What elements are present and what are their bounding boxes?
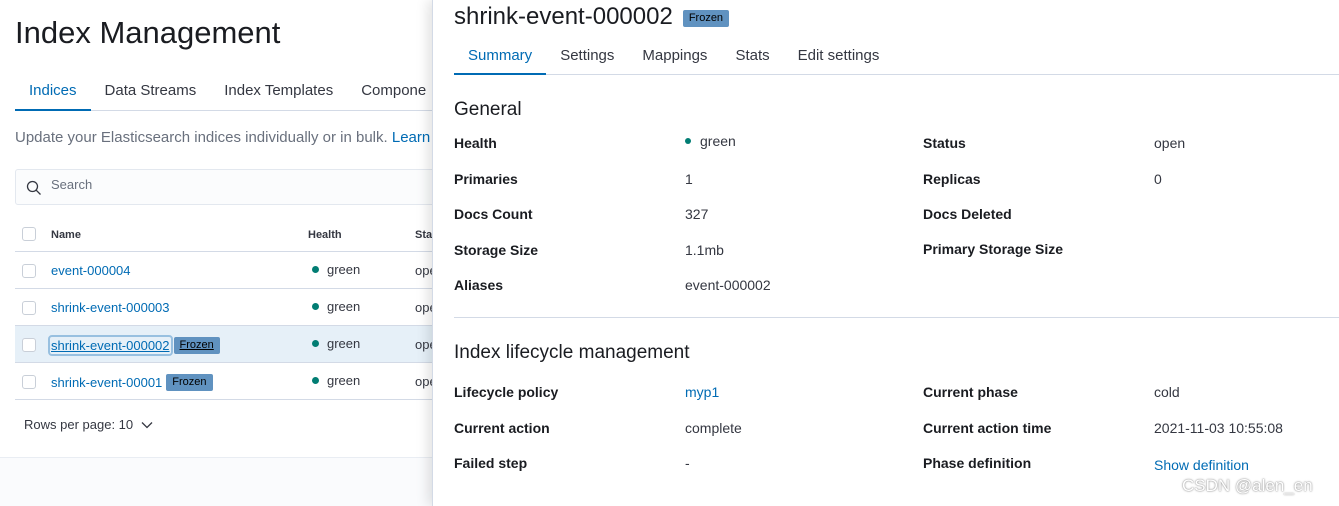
row-checkbox[interactable] xyxy=(22,375,36,389)
tab-settings[interactable]: Settings xyxy=(546,38,628,75)
phase-definition-label: Phase definition xyxy=(923,455,1032,471)
show-definition-link[interactable]: Show definition xyxy=(1154,457,1249,473)
health-cell: green xyxy=(312,373,360,388)
row-checkbox[interactable] xyxy=(22,301,36,315)
tab-component-templates[interactable]: Compone xyxy=(347,73,440,111)
health-value: green xyxy=(327,299,361,314)
tab-indices[interactable]: Indices xyxy=(15,73,91,111)
health-value: green xyxy=(327,336,361,351)
index-name-link[interactable]: shrink-event-000003 xyxy=(51,300,170,315)
storage-size-label: Storage Size xyxy=(454,242,539,258)
search-input[interactable] xyxy=(51,177,431,192)
tab-data-streams[interactable]: Data Streams xyxy=(91,73,211,111)
health-dot-icon xyxy=(312,377,319,384)
docs-deleted-label: Docs Deleted xyxy=(923,206,1012,222)
search-icon xyxy=(26,180,41,195)
frozen-badge: Frozen xyxy=(173,337,220,354)
index-name-link[interactable]: shrink-event-000002 Frozen xyxy=(48,335,220,356)
select-all-checkbox[interactable] xyxy=(22,227,36,241)
index-name-link[interactable]: event-000004 xyxy=(51,263,131,278)
watermark-text: CSDN @alen_en xyxy=(1182,476,1313,495)
flyout-title: shrink-event-000002 Frozen xyxy=(454,3,730,31)
description-text: Update your Elasticsearch indices indivi… xyxy=(15,129,388,146)
tab-index-templates[interactable]: Index Templates xyxy=(210,73,347,111)
table-row-selected[interactable]: shrink-event-000002 Frozen green ope xyxy=(15,326,437,363)
primaries-label: Primaries xyxy=(454,171,518,187)
current-phase-label: Current phase xyxy=(923,384,1018,400)
row-checkbox[interactable] xyxy=(22,264,36,278)
health-dot-icon xyxy=(312,266,319,273)
tab-mappings[interactable]: Mappings xyxy=(628,38,721,75)
flyout-tabs: Summary Settings Mappings Stats Edit set… xyxy=(454,38,1339,75)
health-cell: green xyxy=(312,262,360,277)
health-cell: green xyxy=(312,299,360,314)
primary-storage-size-label: Primary Storage Size xyxy=(923,241,1064,257)
current-action-label: Current action xyxy=(454,420,550,436)
tab-edit-settings[interactable]: Edit settings xyxy=(784,38,894,75)
replicas-value: 0 xyxy=(1154,171,1162,187)
health-dot-icon xyxy=(312,340,319,347)
general-section-title: General xyxy=(454,99,522,120)
tab-stats[interactable]: Stats xyxy=(721,38,783,75)
current-action-time-value: 2021-11-03 10:55:08 xyxy=(1154,420,1283,436)
column-header-health[interactable]: Health xyxy=(308,229,342,241)
storage-size-value: 1.1mb xyxy=(685,242,724,258)
health-dot-icon xyxy=(312,303,319,310)
replicas-label: Replicas xyxy=(923,171,981,187)
index-name[interactable]: shrink-event-000002 xyxy=(48,335,173,356)
health-field: green xyxy=(685,133,736,149)
page-title: Index Management xyxy=(15,15,281,50)
index-name[interactable]: shrink-event-000003 xyxy=(51,300,170,315)
aliases-label: Aliases xyxy=(454,277,504,293)
table-row[interactable]: shrink-event-00001 Frozen green ope xyxy=(15,363,437,400)
health-value: green xyxy=(327,373,361,388)
table-row[interactable]: event-000004 green ope xyxy=(15,252,437,289)
tab-summary[interactable]: Summary xyxy=(454,38,547,75)
docs-count-value: 327 xyxy=(685,206,709,222)
learn-more-link[interactable]: Learn xyxy=(392,129,430,146)
health-value: green xyxy=(700,133,736,149)
ilm-section-title: Index lifecycle management xyxy=(454,342,690,363)
table-header: Name Health Sta xyxy=(15,215,435,252)
index-name-link[interactable]: shrink-event-00001 Frozen xyxy=(51,374,213,391)
health-cell: green xyxy=(312,336,360,351)
failed-step-value: - xyxy=(685,455,690,471)
table-row[interactable]: shrink-event-000003 green ope xyxy=(15,289,437,326)
column-header-status[interactable]: Sta xyxy=(415,229,432,241)
chevron-down-icon xyxy=(141,421,153,428)
primaries-value: 1 xyxy=(685,171,693,187)
current-action-time-label: Current action time xyxy=(923,420,1052,436)
health-dot-icon xyxy=(685,138,691,144)
rows-per-page-label: Rows per page: 10 xyxy=(24,417,134,432)
flyout-index-name: shrink-event-000002 xyxy=(454,3,673,30)
indices-table: Name Health Sta event-000004 green ope s… xyxy=(15,215,437,400)
frozen-badge: Frozen xyxy=(682,9,730,27)
rows-per-page-button[interactable]: Rows per page: 10 xyxy=(24,417,153,432)
health-label: Health xyxy=(454,135,497,151)
failed-step-label: Failed step xyxy=(454,455,528,471)
lifecycle-policy-label: Lifecycle policy xyxy=(454,384,559,400)
health-value: green xyxy=(327,262,361,277)
current-action-value: complete xyxy=(685,420,742,436)
search-box[interactable] xyxy=(15,169,455,205)
index-name[interactable]: shrink-event-00001 xyxy=(51,375,162,390)
lifecycle-policy-link[interactable]: myp1 xyxy=(685,384,719,400)
section-divider xyxy=(454,317,1339,318)
status-label: Status xyxy=(923,135,966,151)
frozen-badge: Frozen xyxy=(166,374,213,391)
row-checkbox[interactable] xyxy=(22,338,36,352)
current-phase-value: cold xyxy=(1154,384,1180,400)
index-name[interactable]: event-000004 xyxy=(51,263,131,278)
docs-count-label: Docs Count xyxy=(454,206,533,222)
column-header-name[interactable]: Name xyxy=(51,229,81,241)
status-value: open xyxy=(1154,135,1186,151)
aliases-value: event-000002 xyxy=(685,277,771,293)
page-description: Update your Elasticsearch indices indivi… xyxy=(15,129,430,146)
index-details-flyout: shrink-event-000002 Frozen Summary Setti… xyxy=(432,0,1339,506)
